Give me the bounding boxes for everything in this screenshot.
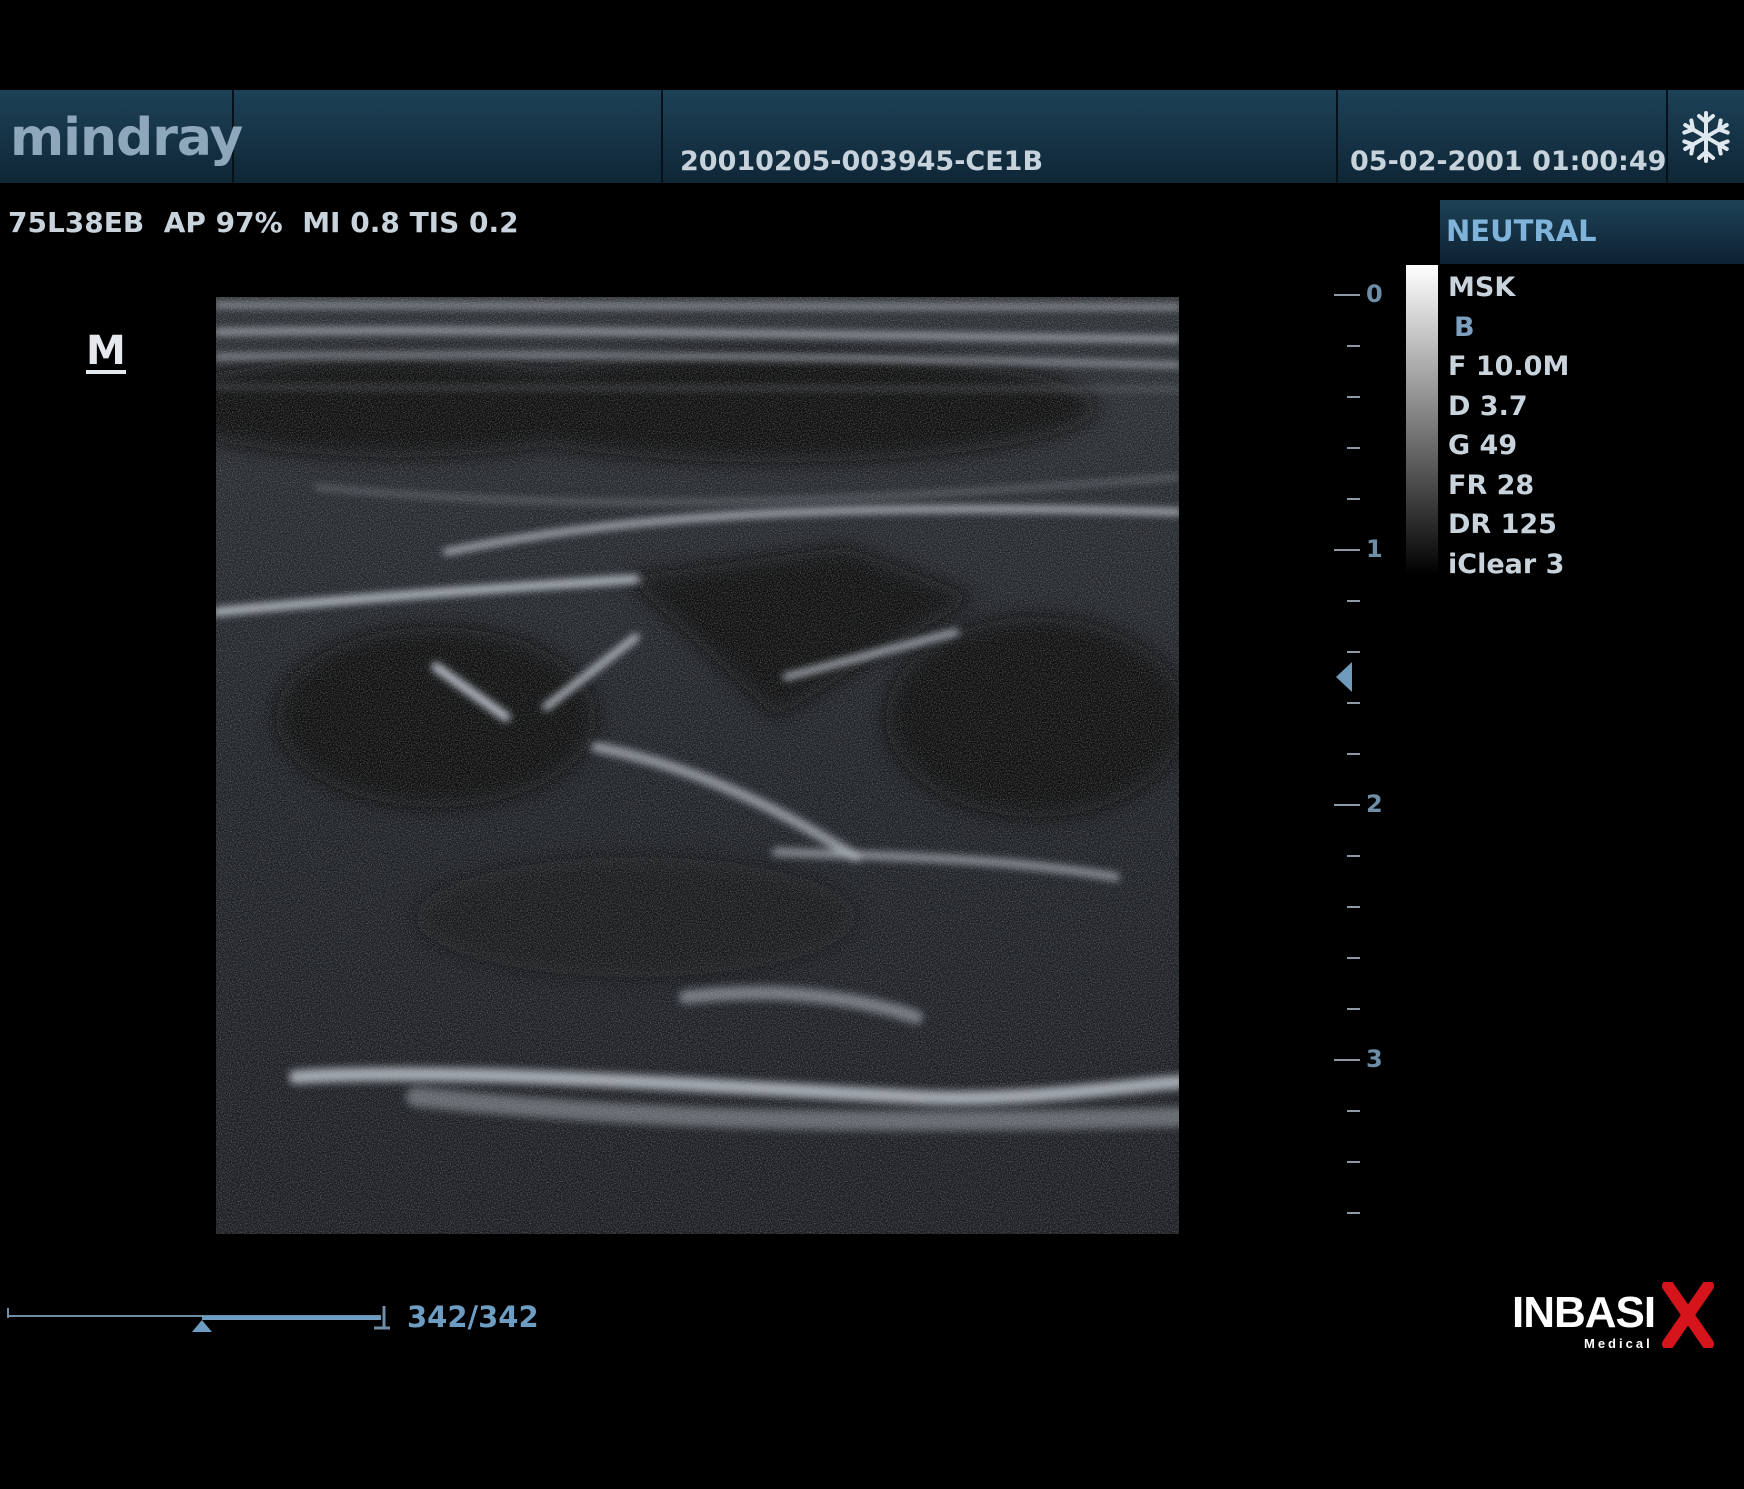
param-depth: D 3.7 <box>1448 390 1528 422</box>
depth-minor-tick <box>1347 1110 1360 1112</box>
cine-position-marker[interactable] <box>191 1320 212 1332</box>
imaging-params: MSK B F 10.0M D 3.7 G 49 FR 28 DR 125 iC… <box>1448 272 1569 588</box>
preset-label: NEUTRAL <box>1446 214 1597 248</box>
logo-cell: mindray <box>0 90 243 183</box>
depth-minor-tick <box>1347 447 1360 449</box>
param-exam: MSK <box>1448 272 1516 303</box>
depth-major-tick <box>1334 549 1360 551</box>
depth-major-tick <box>1334 1059 1360 1061</box>
watermark-text: INBASI <box>1512 1288 1656 1337</box>
cine-slider[interactable] <box>6 1300 391 1340</box>
param-frequency: F 10.0M <box>1448 351 1570 382</box>
exam-datetime: 05-02-2001 01:00:49 <box>1350 146 1667 177</box>
depth-minor-tick <box>1347 1212 1360 1214</box>
watermark-x-icon <box>1662 1282 1714 1348</box>
depth-label: 1 <box>1366 535 1383 563</box>
param-iclear: iClear 3 <box>1448 548 1565 580</box>
depth-label: 3 <box>1366 1045 1383 1073</box>
depth-minor-tick <box>1347 753 1360 755</box>
depth-minor-tick <box>1347 345 1360 347</box>
patient-id: 20010205-003945-CE1B <box>680 146 1044 177</box>
probe-info: 75L38EB AP 97% MI 0.8 TIS 0.2 <box>8 206 519 239</box>
param-mode: B <box>1454 311 1475 343</box>
depth-minor-tick <box>1347 855 1360 857</box>
focus-marker-icon[interactable] <box>1334 660 1356 694</box>
depth-major-tick <box>1334 804 1360 806</box>
depth-minor-tick <box>1347 1008 1360 1010</box>
top-header-bar: mindray 20010205-003945-CE1B 05-02-2001 … <box>0 90 1744 183</box>
depth-minor-tick <box>1347 957 1360 959</box>
cine-frame-counter: 342/342 <box>407 1300 539 1334</box>
watermark-subtext: Medical <box>1584 1336 1653 1351</box>
depth-minor-tick <box>1347 396 1360 398</box>
depth-minor-tick <box>1347 498 1360 500</box>
orientation-marker: M <box>86 328 126 374</box>
depth-minor-tick <box>1347 1161 1360 1163</box>
depth-label: 2 <box>1366 790 1383 818</box>
header-cell-blank <box>234 90 663 183</box>
freeze-button[interactable] <box>1668 90 1744 183</box>
ultrasound-image[interactable] <box>216 297 1179 1234</box>
depth-minor-tick <box>1347 702 1360 704</box>
param-dynamic-range: DR 125 <box>1448 509 1557 540</box>
grayscale-bar <box>1406 265 1438 575</box>
brand-logo: mindray <box>10 108 243 168</box>
ultrasound-texture <box>216 297 1179 1234</box>
param-gain: G 49 <box>1448 430 1518 461</box>
depth-major-tick <box>1334 294 1360 296</box>
watermark-logo: INBASI Medical <box>1512 1282 1714 1352</box>
depth-minor-tick <box>1347 600 1360 602</box>
depth-minor-tick <box>1347 651 1360 653</box>
depth-label: 0 <box>1366 280 1383 308</box>
depth-minor-tick <box>1347 906 1360 908</box>
param-frame-rate: FR 28 <box>1448 469 1535 501</box>
snowflake-icon <box>1679 110 1733 163</box>
depth-scale: 0 1 2 3 <box>1300 280 1390 1230</box>
preset-tab[interactable]: NEUTRAL <box>1440 200 1744 264</box>
